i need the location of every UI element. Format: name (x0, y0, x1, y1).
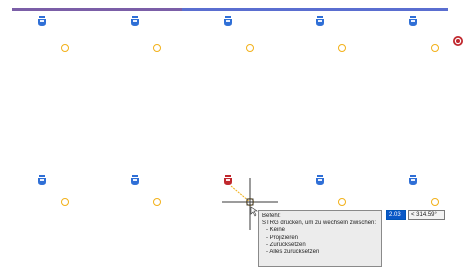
blue-grip-icon[interactable] (316, 175, 324, 185)
tooltip-option-project: - Projizieren (266, 234, 299, 241)
orange-circle-node-icon[interactable] (246, 44, 254, 52)
red-grip-icon[interactable] (224, 175, 232, 185)
orange-circle-node-icon[interactable] (431, 198, 439, 206)
grip-row-top (38, 16, 417, 26)
tooltip-instruction: STRG drücken, um zu wechseln zwischen: (262, 220, 377, 227)
orange-circle-node-icon[interactable] (338, 198, 346, 206)
orange-circle-node-icon[interactable] (431, 44, 439, 52)
blue-grip-icon[interactable] (316, 16, 324, 26)
red-circle-marker-icon[interactable] (453, 36, 463, 46)
blue-grip-icon[interactable] (409, 16, 417, 26)
grip-row-bottom (38, 175, 417, 185)
blue-grip-icon[interactable] (131, 16, 139, 26)
drawing-canvas[interactable] (0, 0, 463, 267)
orange-circle-node-icon[interactable] (153, 44, 161, 52)
blue-grip-icon[interactable] (131, 175, 139, 185)
blue-grip-icon[interactable] (38, 175, 46, 185)
tooltip-title: Befehl: (262, 213, 281, 219)
arrow-pointer-icon (250, 206, 258, 217)
angle-input[interactable]: < 314.59° (408, 210, 445, 220)
node-row-top (61, 44, 439, 52)
orange-circle-node-icon[interactable] (153, 198, 161, 206)
blue-grip-icon[interactable] (409, 175, 417, 185)
tooltip-option-reset: - Zurücksetzen (266, 241, 306, 248)
blue-grip-icon[interactable] (38, 16, 46, 26)
tooltip-option-reset-all: - Alles zurücksetzen (266, 249, 320, 256)
orange-circle-node-icon[interactable] (61, 198, 69, 206)
orange-circle-node-icon[interactable] (61, 44, 69, 52)
command-tooltip: Befehl: STRG drücken, um zu wechseln zwi… (258, 210, 382, 267)
blue-grip-icon[interactable] (224, 16, 232, 26)
tooltip-option-none: - Keine (266, 227, 286, 234)
orange-circle-node-icon[interactable] (338, 44, 346, 52)
distance-input[interactable]: 2.03 (386, 210, 406, 220)
